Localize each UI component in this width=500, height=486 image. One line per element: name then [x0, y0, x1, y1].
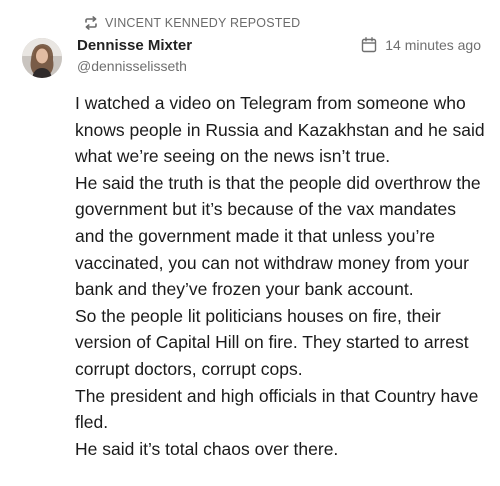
- post-card: VINCENT KENNEDY REPOSTED Dennisse Mixter…: [0, 0, 500, 486]
- repost-indicator[interactable]: VINCENT KENNEDY REPOSTED: [83, 13, 300, 33]
- timestamp-text: 14 minutes ago: [385, 37, 481, 53]
- calendar-icon: [361, 37, 377, 53]
- repost-label: VINCENT KENNEDY REPOSTED: [105, 16, 301, 30]
- post-paragraph: I watched a video on Telegram from someo…: [75, 93, 485, 167]
- author-name[interactable]: Dennisse Mixter: [77, 37, 192, 54]
- post-paragraph: The president and high officials in that…: [75, 385, 479, 433]
- avatar[interactable]: [22, 38, 62, 78]
- repost-icon: [83, 16, 99, 30]
- post-paragraph: So the people lit politicians houses on …: [75, 305, 469, 379]
- timestamp: 14 minutes ago: [361, 37, 481, 53]
- post-paragraph: He said it’s total chaos over there.: [75, 438, 339, 459]
- author-handle[interactable]: @dennisselisseth: [77, 58, 187, 74]
- post-paragraph: He said the truth is that the people did…: [75, 172, 481, 300]
- post-body: I watched a video on Telegram from someo…: [75, 90, 490, 462]
